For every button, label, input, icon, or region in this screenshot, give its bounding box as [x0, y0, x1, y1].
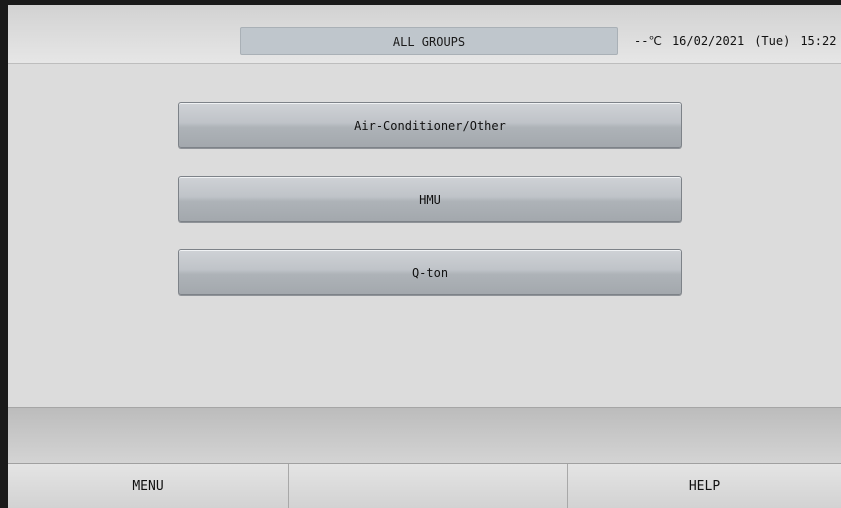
message-band [8, 407, 841, 464]
footer-bar: MENU HELP [8, 463, 841, 508]
menu-button[interactable]: MENU [8, 464, 289, 508]
time-readout: 15:22 [800, 34, 837, 48]
air-conditioner-other-button[interactable]: Air-Conditioner/Other [178, 102, 682, 148]
controller-screen: ALL GROUPS --℃ 16/02/2021 (Tue) 15:22 Air-C… [0, 0, 841, 508]
hmu-button[interactable]: HMU [178, 176, 682, 222]
weekday-readout: (Tue) [754, 34, 791, 48]
help-button[interactable]: HELP [568, 464, 841, 508]
status-readout: --℃ 16/02/2021 (Tue) 15:22 [634, 27, 841, 55]
header-bar: ALL GROUPS --℃ 16/02/2021 (Tue) 15:22 [8, 5, 841, 64]
group-title[interactable]: ALL GROUPS [240, 27, 618, 55]
q-ton-button[interactable]: Q-ton [178, 249, 682, 295]
date-readout: 16/02/2021 [671, 34, 745, 48]
main-panel: ALL GROUPS --℃ 16/02/2021 (Tue) 15:22 Air-C… [8, 5, 841, 508]
temperature-readout: --℃ [634, 34, 662, 48]
blank-footer-button[interactable] [289, 464, 568, 508]
